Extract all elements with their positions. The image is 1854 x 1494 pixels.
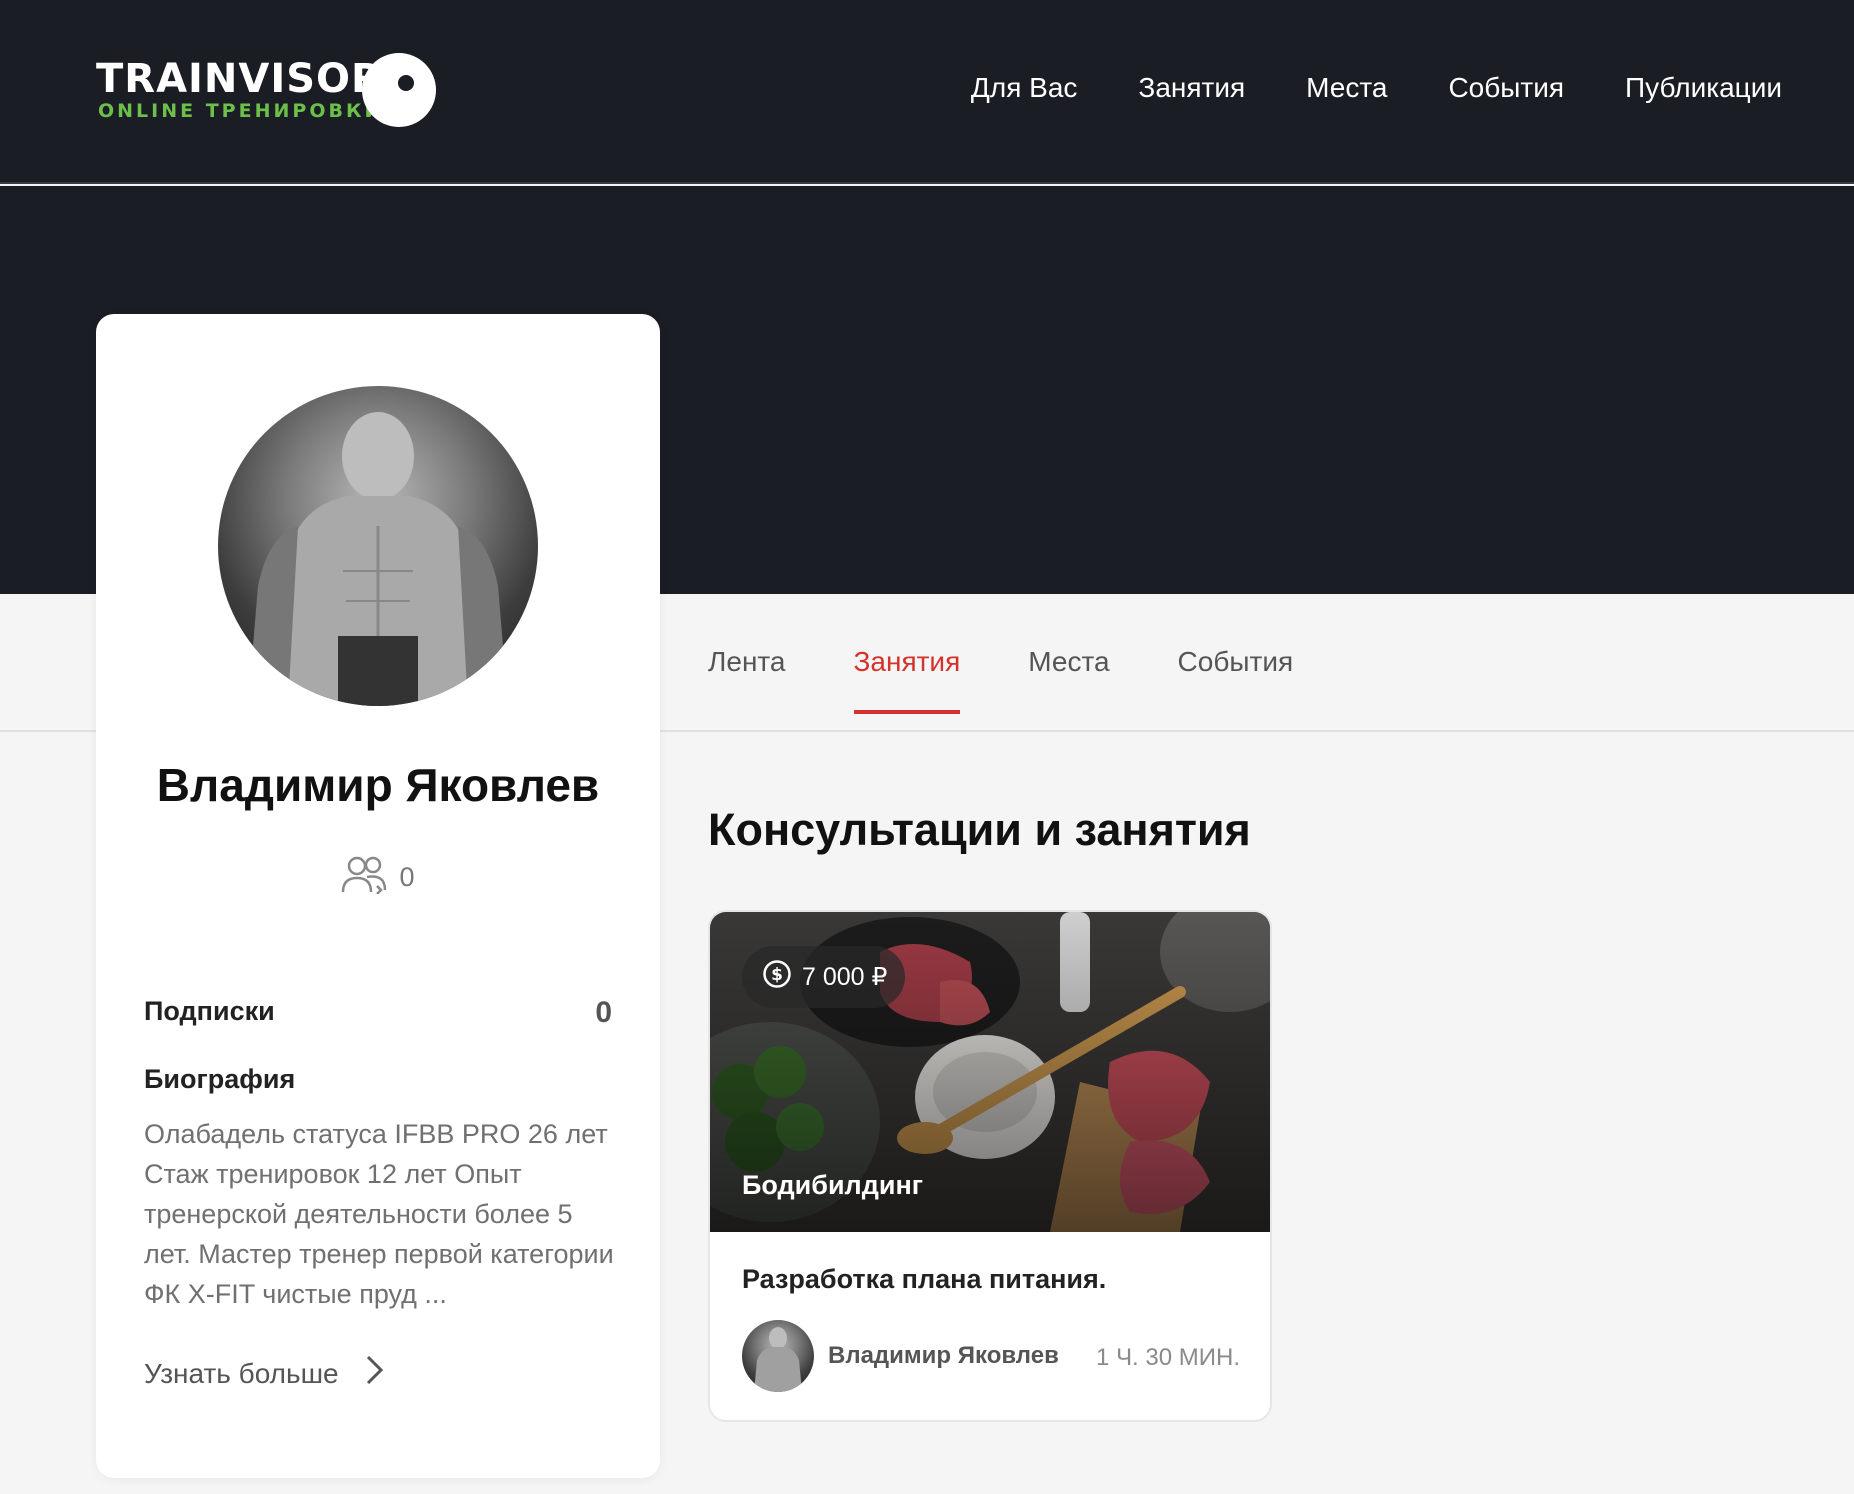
subscriptions-count: 0 [595,996,612,1029]
card-title[interactable]: Разработка плана питания. [742,1264,1106,1295]
tab-feed[interactable]: Лента [708,646,786,714]
section-title: Консультации и занятия [708,804,1251,855]
logo-title: TRAINVISOR [96,56,383,102]
card-category: Бодибилдинг [742,1170,923,1200]
learn-more-label: Узнать больше [144,1357,339,1389]
price-value: 7 000 ₽ [802,963,888,991]
author-avatar [742,1320,814,1392]
followers-counter[interactable]: 0 [96,854,660,901]
subscriptions-row[interactable]: Подписки 0 [144,996,612,1030]
avatar [218,386,538,706]
users-icon [341,854,389,901]
nav-item-for-you[interactable]: Для Вас [971,72,1078,104]
nav-item-events[interactable]: События [1448,72,1564,104]
card-duration: 1 Ч. 30 МИН. [1096,1344,1240,1371]
followers-count: 0 [399,862,415,892]
nav-item-classes[interactable]: Занятия [1138,72,1245,104]
logo-eye-icon [362,53,436,127]
class-card[interactable]: $ 7 000 ₽ Бодибилдинг Разработка плана п… [708,910,1272,1422]
logo-subtitle: ONLINE ТРЕНИРОВКИ [98,100,384,122]
logo[interactable]: TRAINVISOR ONLINE ТРЕНИРОВКИ [96,50,456,130]
main-nav: Для Вас Занятия Места События Публикации [971,72,1782,104]
profile-name: Владимир Яковлев [156,759,600,811]
learn-more-link[interactable]: Узнать больше [144,1354,385,1393]
chevron-right-icon [365,1354,385,1393]
tab-events[interactable]: События [1178,646,1294,714]
nav-item-places[interactable]: Места [1306,72,1387,104]
bio-text: Олабадель статуса IFBB PRO 26 лет Стаж т… [144,1119,614,1309]
profile-tabs: Лента Занятия Места События [708,646,1293,714]
card-author[interactable]: Владимир Яковлев [742,1320,1059,1392]
subscriptions-label: Подписки [144,996,275,1026]
nav-item-publications[interactable]: Публикации [1625,72,1782,104]
author-name: Владимир Яковлев [828,1342,1059,1369]
tab-classes[interactable]: Занятия [853,646,960,714]
svg-text:$: $ [771,965,783,985]
bio-title: Биография [144,1064,296,1094]
profile-card: Владимир Яковлев 0 Подписки 0 Биография … [96,314,660,1478]
tab-places[interactable]: Места [1028,646,1109,714]
dollar-icon: $ [762,959,792,996]
price-badge: $ 7 000 ₽ [742,946,906,1008]
site-header: TRAINVISOR ONLINE ТРЕНИРОВКИ Для Вас Зан… [0,0,1854,184]
